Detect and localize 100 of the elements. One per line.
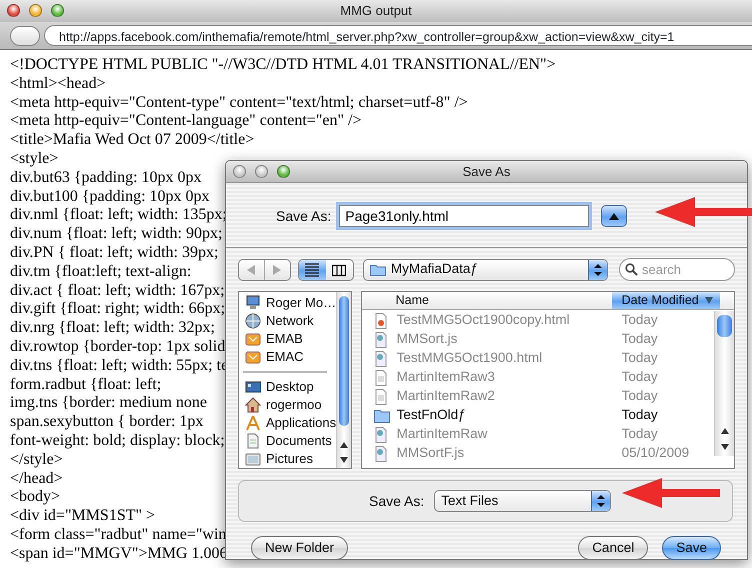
- file-name: MMSortF.js: [396, 444, 464, 462]
- right-arrow-icon: [273, 264, 282, 274]
- dialog-button[interactable]: Cancel: [578, 536, 648, 560]
- column-header[interactable]: Date Modified: [612, 292, 720, 309]
- expand-button[interactable]: [601, 205, 628, 227]
- source-line: form.radbut {float: left;: [10, 376, 162, 394]
- network-icon: [245, 313, 261, 329]
- source-line: </head>: [10, 470, 63, 488]
- sidebar-item[interactable]: Roger Mo…: [239, 294, 351, 312]
- date-modified: 05/10/2009: [620, 444, 690, 462]
- source-line: <body>: [10, 488, 60, 508]
- window-control-icon[interactable]: [255, 165, 268, 178]
- file-row[interactable]: TestMMG5Oct1900.html Today: [362, 349, 717, 368]
- file-name: TestMMG5Oct1900.html: [396, 349, 542, 368]
- updown-arrows-icon: [597, 495, 606, 507]
- window-title: MMG output: [340, 2, 412, 20]
- source-line: span.sexybutton { border: 1px: [10, 413, 204, 432]
- triangle-icon: [609, 212, 620, 220]
- down-arrow-icon[interactable]: [720, 444, 728, 450]
- window-control-icon[interactable]: [51, 4, 64, 17]
- scroll-thumb[interactable]: [338, 296, 349, 426]
- date-modified: Today: [620, 387, 658, 406]
- file-row[interactable]: MartinItemRaw Today: [362, 425, 717, 444]
- scrollbar[interactable]: [714, 311, 734, 456]
- down-arrow-icon[interactable]: [340, 456, 348, 462]
- file-row[interactable]: TestFnOldƒ Today: [362, 406, 717, 425]
- file-row[interactable]: MMSortF.js 05/10/2009: [362, 444, 717, 463]
- column-view-icon: [332, 262, 346, 276]
- sidebar-item[interactable]: EMAC: [239, 348, 351, 366]
- file-name-field[interactable]: Page31only.html: [339, 205, 590, 227]
- dialog-button[interactable]: New Folder: [251, 536, 348, 560]
- format-label: Save As:: [369, 492, 424, 510]
- location-popup[interactable]: MyMafiaDataƒ: [362, 258, 608, 280]
- applications-icon: [245, 415, 261, 431]
- source-line: img.tns {border: medium none: [10, 394, 207, 414]
- dialog-button[interactable]: Save: [662, 536, 721, 560]
- address-field[interactable]: http://apps.facebook.com/inthemafia/remote/html_server.php?xw_controller=group&xw_action=view&xw_city=1: [44, 25, 752, 46]
- source-line: <meta http-equiv="Content-type" content="text/html; charset=utf-8" />: [10, 94, 468, 112]
- source-line: <!DOCTYPE HTML PUBLIC "-//W3C//DTD HTML 4.01 TRANSITIONAL//EN">: [10, 56, 556, 75]
- desktop-icon: [245, 379, 261, 395]
- search-field[interactable]: search: [619, 258, 735, 281]
- date-modified: Today: [620, 311, 658, 330]
- source-line: <div id="MMS1ST" >: [10, 507, 156, 526]
- save-as-label: Save As:: [276, 206, 332, 226]
- file-row[interactable]: MartinItemRaw2 Today: [362, 387, 717, 406]
- drive-icon: [245, 349, 261, 365]
- left-arrow-icon: [247, 264, 256, 274]
- source-line: div.num {float: left; width: 90px;: [10, 225, 222, 244]
- folder-icon: [374, 408, 390, 424]
- back-button[interactable]: [10, 26, 40, 46]
- source-line: <html><head>: [10, 74, 106, 94]
- source-line: <title>Mafia Wed Oct 07 2009</title>: [10, 131, 254, 150]
- window-control-icon[interactable]: [7, 4, 20, 17]
- file-name: MartinItemRaw2: [396, 387, 495, 406]
- file-name: MMSort.js: [396, 330, 458, 348]
- source-line: <meta http-equiv="Content-language" content="en" />: [10, 112, 362, 132]
- file-row[interactable]: TestMMG5Oct1900copy.html Today: [362, 311, 717, 330]
- pictures-icon: [245, 451, 261, 467]
- file-name: MartinItemRaw3: [396, 368, 495, 386]
- date-modified: Today: [620, 425, 658, 444]
- folder-icon: [370, 263, 386, 276]
- file-row[interactable]: MartinItemRaw3 Today: [362, 368, 717, 387]
- file-row[interactable]: MMSort.js Today: [362, 330, 717, 349]
- window-control-icon[interactable]: [29, 4, 42, 17]
- documents-icon: [245, 433, 261, 449]
- up-arrow-icon[interactable]: [720, 428, 728, 434]
- date-modified: Today: [620, 368, 658, 386]
- folder-name: MyMafiaDataƒ: [390, 260, 478, 278]
- scroll-thumb[interactable]: [717, 315, 732, 337]
- column-header[interactable]: Name: [362, 292, 612, 309]
- source-line: div.nrg {float: left; width: 32px;: [10, 319, 215, 338]
- sidebar-item[interactable]: EMAB: [239, 330, 351, 348]
- date-modified: Today: [620, 330, 658, 348]
- sidebar-item[interactable]: Network: [239, 312, 351, 330]
- list-view-icon: [305, 262, 320, 276]
- updown-arrows-icon: [594, 264, 602, 276]
- date-modified: Today: [620, 349, 658, 368]
- source-line: div.gift {float: right; width: 66px;: [10, 300, 226, 320]
- view-mode-button[interactable]: [298, 260, 326, 280]
- sidebar-item[interactable]: Applications: [239, 414, 351, 432]
- source-line: <form class="radbut" name="win: [10, 526, 226, 545]
- source-line: </style>: [10, 450, 63, 470]
- source-line: div.tm {float:left; text-align:: [10, 262, 192, 282]
- source-line: div.PN { float: left; width: 39px;: [10, 244, 218, 263]
- format-popup[interactable]: Text Files: [434, 490, 612, 512]
- window-control-icon[interactable]: [277, 165, 290, 178]
- sidebar-item[interactable]: Desktop: [239, 378, 351, 396]
- source-line: div.but100 {padding: 10px 0px: [10, 188, 210, 206]
- computer-icon: [245, 295, 261, 311]
- sidebar-item[interactable]: Pictures: [239, 450, 351, 468]
- window-control-icon[interactable]: [233, 165, 246, 178]
- sidebar-item[interactable]: rogermoo: [239, 396, 351, 414]
- file-name: TestMMG5Oct1900copy.html: [396, 311, 570, 330]
- up-arrow-icon[interactable]: [340, 442, 348, 448]
- file-name: TestFnOldƒ: [396, 406, 466, 424]
- scrollbar[interactable]: [336, 292, 351, 468]
- date-modified: Today: [620, 406, 658, 424]
- sidebar-item[interactable]: Documents: [239, 432, 351, 450]
- source-line: font-weight: bold; display: block;: [10, 432, 225, 451]
- source-line: div.act { float: left; width: 167px;: [10, 282, 225, 300]
